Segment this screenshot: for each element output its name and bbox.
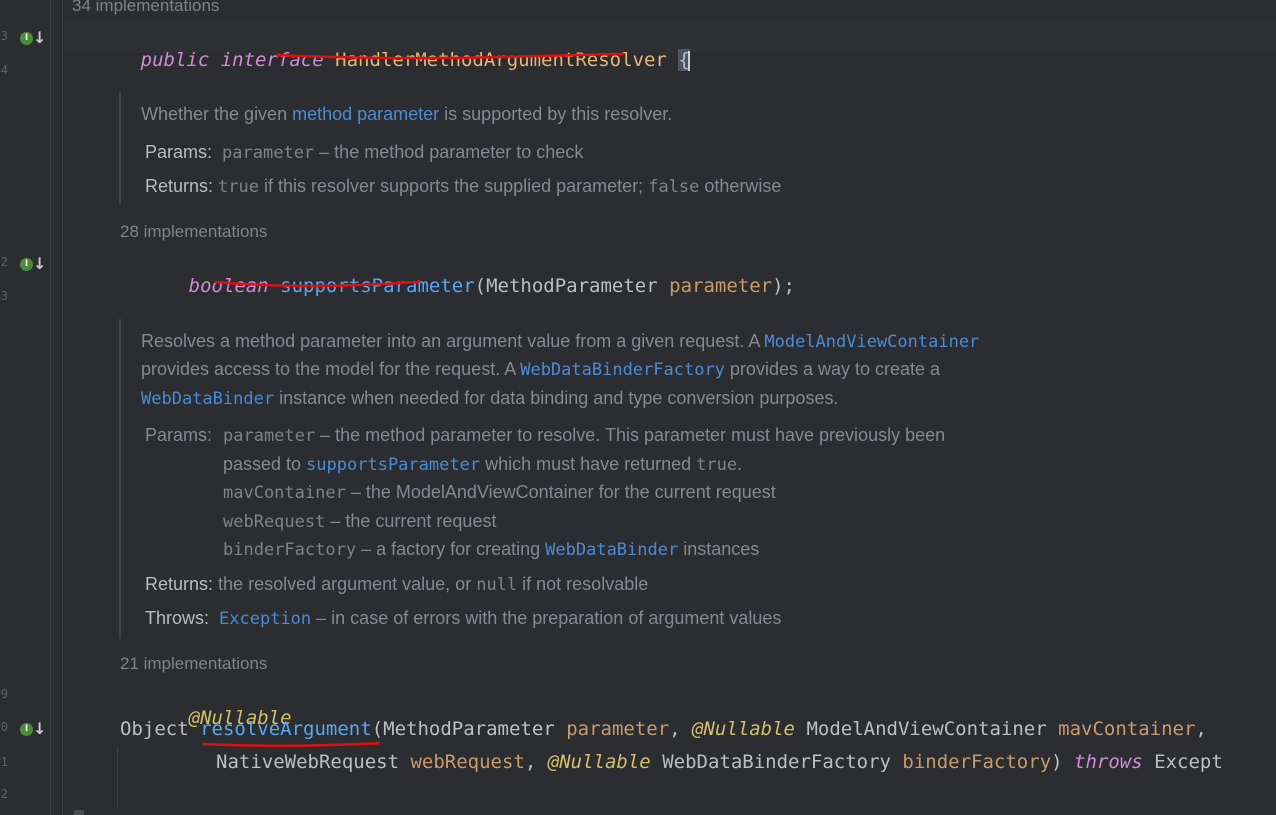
implementations-hint[interactable]: 28 implementations <box>120 222 267 242</box>
doc-returns: Returns: the resolved argument value, or… <box>145 574 649 595</box>
doc-description: Whether the given method parameter is su… <box>141 104 673 124</box>
doc-param: passed to supportsParameter which must h… <box>223 454 743 475</box>
doc-link[interactable]: WebDataBinderFactory <box>520 360 725 380</box>
doc-description: provides access to the model for the req… <box>141 359 941 380</box>
implementations-hint[interactable]: 21 implementations <box>120 654 267 674</box>
param-name: mavContainer <box>1058 718 1196 740</box>
doc-link[interactable]: ModelAndViewContainer <box>764 332 979 352</box>
text-caret <box>687 50 690 71</box>
param-name: binderFactory <box>902 751 1052 773</box>
code-editor[interactable]: 3 4 2 3 9 0 1 2 I ↓ I ↓ I ↓ 34 implementati… <box>0 0 1276 815</box>
code-area[interactable]: 34 implementations public interface Hand… <box>0 0 1276 815</box>
doc-param: webRequest – the current request <box>223 511 497 532</box>
doc-comment-resolve: Resolves a method parameter into an argu… <box>119 319 979 639</box>
red-underline-resolve <box>202 741 380 747</box>
doc-description: Resolves a method parameter into an argu… <box>141 331 980 352</box>
doc-returns: Returns: true if this resolver supports … <box>145 176 782 197</box>
code-line-resolve-argument-cont[interactable]: NativeWebRequest webRequest, @Nullable W… <box>216 751 1223 773</box>
code-line-resolve-argument[interactable]: Object resolveArgument(MethodParameter p… <box>120 718 1207 740</box>
keyword: throws <box>1074 751 1143 773</box>
scroll-marker[interactable] <box>74 810 84 815</box>
doc-link[interactable]: WebDataBinder <box>141 389 274 409</box>
doc-link[interactable]: method parameter <box>292 104 439 124</box>
doc-link[interactable]: WebDataBinder <box>545 540 678 560</box>
doc-link[interactable]: supportsParameter <box>306 455 480 475</box>
doc-param: parameter – the method parameter to reso… <box>223 425 946 446</box>
doc-comment-supports: Whether the given method parameter is su… <box>119 92 781 205</box>
annotation: @Nullable <box>692 718 795 740</box>
red-underline-interface <box>275 52 625 60</box>
annotation: @Nullable <box>547 751 651 773</box>
param-type: MethodParameter <box>486 275 658 297</box>
doc-description: WebDataBinder instance when needed for d… <box>141 388 839 409</box>
keyword: public <box>140 49 210 71</box>
doc-params: Params: parameter – the method parameter… <box>145 142 584 163</box>
param-name: webRequest <box>410 751 525 773</box>
doc-link[interactable]: Exception <box>219 609 311 629</box>
method-name[interactable]: resolveArgument <box>200 718 372 740</box>
implementations-hint[interactable]: 34 implementations <box>72 0 219 16</box>
param-name: parameter <box>669 275 773 297</box>
doc-param: mavContainer – the ModelAndViewContainer… <box>223 482 776 503</box>
doc-param: binderFactory – a factory for creating W… <box>223 539 760 560</box>
doc-params-label: Params: <box>145 425 213 445</box>
indent-guide <box>117 748 118 808</box>
param-name: parameter <box>566 718 670 740</box>
doc-throws: Throws: Exception – in case of errors wi… <box>145 608 782 629</box>
return-type: Object <box>120 718 189 740</box>
red-underline-supports <box>214 279 421 288</box>
